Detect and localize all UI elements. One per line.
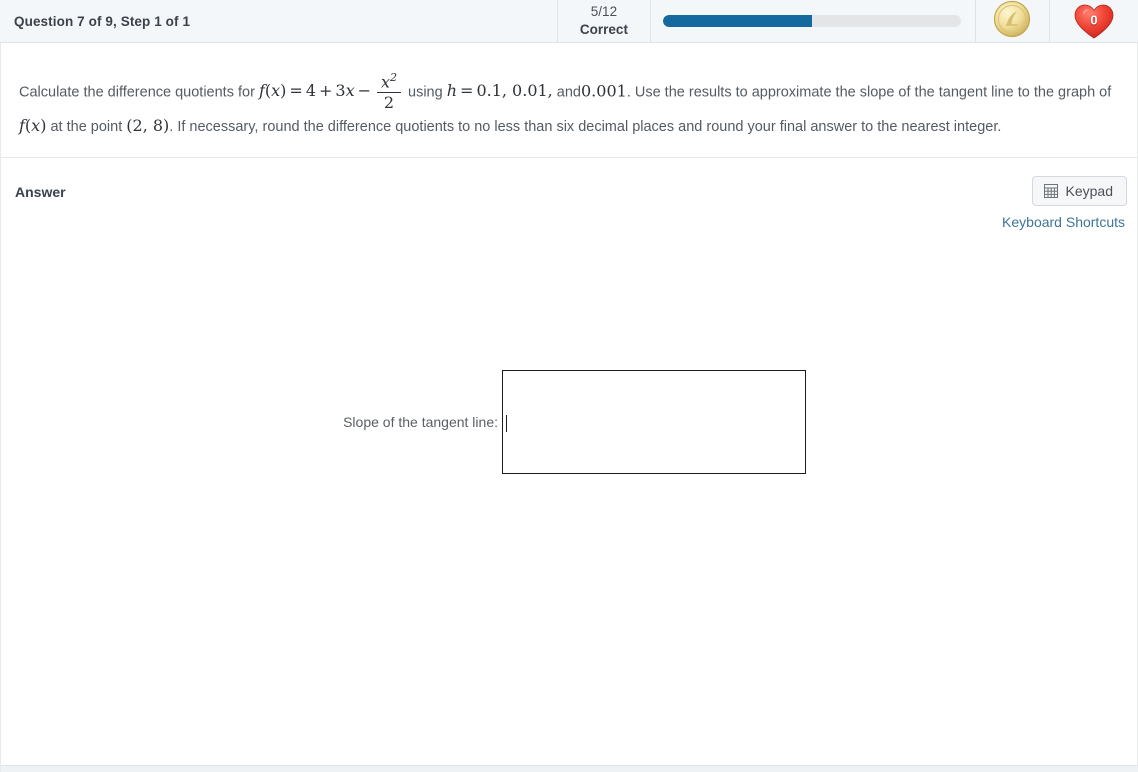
- keypad-button-label: Keypad: [1065, 182, 1113, 199]
- question-content-panel: Calculate the difference quotients for f…: [0, 43, 1138, 772]
- score-label: Correct: [579, 22, 628, 37]
- answer-input-row: Slope of the tangent line:: [1, 369, 1138, 474]
- answer-section-title: Answer: [15, 183, 66, 200]
- question-text-using: using: [408, 84, 443, 101]
- keypad-grid-icon: [1043, 183, 1058, 198]
- question-text-and: and: [556, 84, 581, 101]
- function-definition-math: f(x) = 4 +3x − x2 2: [259, 72, 408, 111]
- math-minus: −: [357, 81, 372, 101]
- coin-cell[interactable]: [976, 0, 1051, 43]
- question-text-part-1: Calculate the difference quotients for: [19, 84, 255, 101]
- answer-header-row: Answer Keypad Keyboard Shortcuts: [15, 175, 1127, 230]
- bottom-bar: [1, 765, 1138, 772]
- answer-input-label: Slope of the tangent line:: [343, 413, 498, 430]
- question-page: Question 7 of 9, Step 1 of 1 5/12 Correc…: [0, 0, 1138, 772]
- fraction-numerator-base: x: [381, 72, 391, 92]
- math-paren-close-2: ): [40, 115, 47, 135]
- math-const-4: 4: [305, 81, 316, 101]
- answer-tools-group: Keypad Keyboard Shortcuts: [1002, 175, 1127, 230]
- h-values-math: h = 0.1, 0.01,: [446, 81, 553, 101]
- fraction-denominator: 2: [383, 92, 395, 112]
- fraction-numerator: x2: [377, 72, 401, 93]
- question-text-part-3: of: [1099, 84, 1112, 101]
- math-fraction-x-squared-over-2: x2 2: [377, 72, 401, 111]
- gold-coin-icon: [993, 0, 1031, 43]
- lives-cell[interactable]: 0: [1050, 0, 1138, 42]
- question-text-part-4: at the point: [50, 118, 123, 135]
- math-var-x: x: [345, 81, 355, 101]
- math-point-value: (2, 8): [126, 115, 170, 135]
- math-h-values: 0.1, 0.01,: [476, 81, 553, 101]
- question-text-part-5: . If necessary, round the difference quo…: [169, 118, 1002, 135]
- score-cell: 5/12 Correct: [558, 0, 651, 42]
- math-var-h: h: [446, 81, 458, 101]
- score-fraction: 5/12: [590, 4, 618, 20]
- question-title-cell: Question 7 of 9, Step 1 of 1: [0, 0, 559, 42]
- math-plus: +: [319, 81, 333, 101]
- answer-section: Answer Keypad Keyboard Shortcuts Slope o…: [1, 158, 1137, 474]
- question-text: Calculate the difference quotients for f…: [19, 72, 1119, 141]
- keypad-button[interactable]: Keypad: [1031, 175, 1127, 206]
- question-text-part-2: . Use the results to approximate the slo…: [626, 84, 1096, 101]
- progress-bar-track: [662, 15, 961, 27]
- keyboard-shortcuts-link[interactable]: Keyboard Shortcuts: [1002, 214, 1125, 230]
- math-equals-h: =: [460, 81, 474, 101]
- progress-cell: [651, 0, 976, 42]
- progress-bar-fill: [662, 15, 812, 27]
- answer-input-field[interactable]: [502, 369, 806, 474]
- question-header-bar: Question 7 of 9, Step 1 of 1 5/12 Correc…: [0, 0, 1138, 43]
- page-title: Question 7 of 9, Step 1 of 1: [14, 13, 191, 29]
- math-equals: =: [289, 81, 303, 101]
- math-x-arg-2: x: [31, 115, 41, 135]
- red-heart-icon: 0: [1072, 1, 1116, 41]
- math-coef-3: 3: [335, 81, 346, 101]
- text-cursor: [506, 414, 507, 432]
- math-h-value-last: 0.001: [581, 81, 627, 101]
- question-statement-block: Calculate the difference quotients for f…: [1, 43, 1137, 158]
- fraction-numerator-exponent: 2: [390, 71, 397, 84]
- function-f-of-x-math: f(x): [19, 115, 47, 135]
- math-x-arg: x: [271, 81, 281, 101]
